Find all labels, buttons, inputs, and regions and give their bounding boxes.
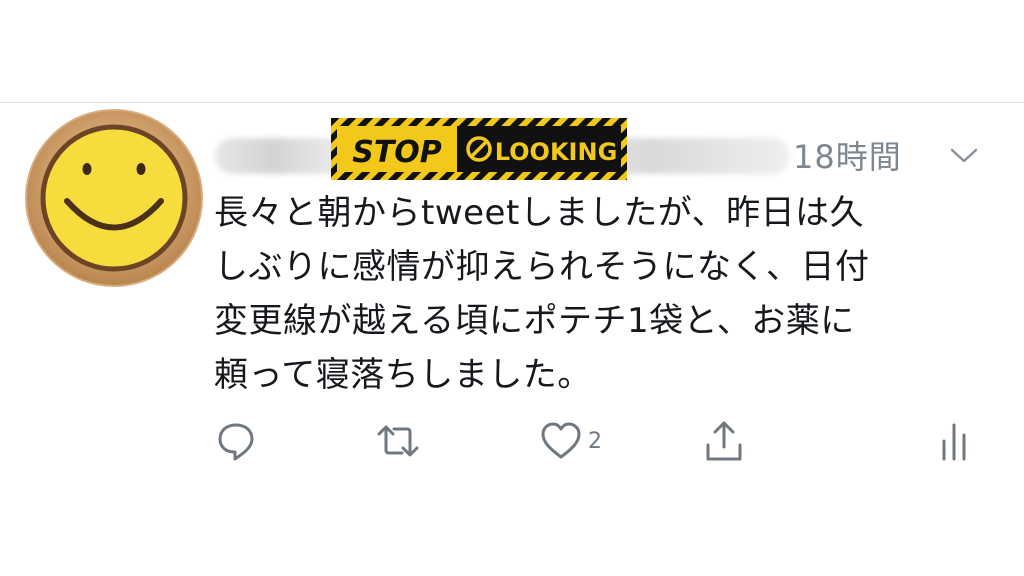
chevron-down-icon[interactable]	[948, 144, 980, 166]
retweet-button[interactable]	[376, 418, 420, 464]
tweet-text-line: 変更線が越える頃にポテチ1袋と、お薬に	[214, 301, 855, 341]
reply-button[interactable]	[216, 418, 256, 464]
avatar[interactable]	[25, 109, 203, 287]
analytics-button[interactable]	[938, 418, 970, 464]
tweet-text-line: しぶりに感情が抑えられそうになく、日付	[214, 247, 870, 287]
like-button[interactable]: 2	[540, 418, 602, 464]
tweet-text-line: 長々と朝からtweetしましたが、昨日は久	[214, 193, 865, 233]
tweet-timestamp[interactable]: 18時間	[793, 132, 902, 178]
share-icon	[706, 421, 742, 461]
tweet-header: STOP LOOKING 18時間	[213, 118, 1003, 184]
tweet-screenshot: STOP LOOKING 18時間 長々と朝からtweetしましたが、昨日は久 …	[0, 0, 1024, 576]
tweet-body: 長々と朝からtweetしましたが、昨日は久 しぶりに感情が抑えられそうになく、日…	[214, 186, 974, 402]
smiley-face-icon	[25, 109, 203, 287]
tweet-action-bar: 2	[0, 418, 1024, 468]
stop-looking-banner: STOP LOOKING	[331, 118, 627, 180]
looking-label: LOOKING	[495, 138, 618, 166]
tweet-text-line: 頼って寝落ちしました。	[214, 355, 592, 395]
retweet-icon	[377, 425, 419, 457]
stop-label: STOP	[352, 135, 442, 170]
reply-icon	[218, 423, 254, 461]
like-count: 2	[588, 428, 602, 454]
analytics-icon	[942, 423, 966, 461]
heart-icon	[541, 422, 581, 459]
share-button[interactable]	[704, 418, 744, 464]
top-divider	[0, 102, 1024, 103]
